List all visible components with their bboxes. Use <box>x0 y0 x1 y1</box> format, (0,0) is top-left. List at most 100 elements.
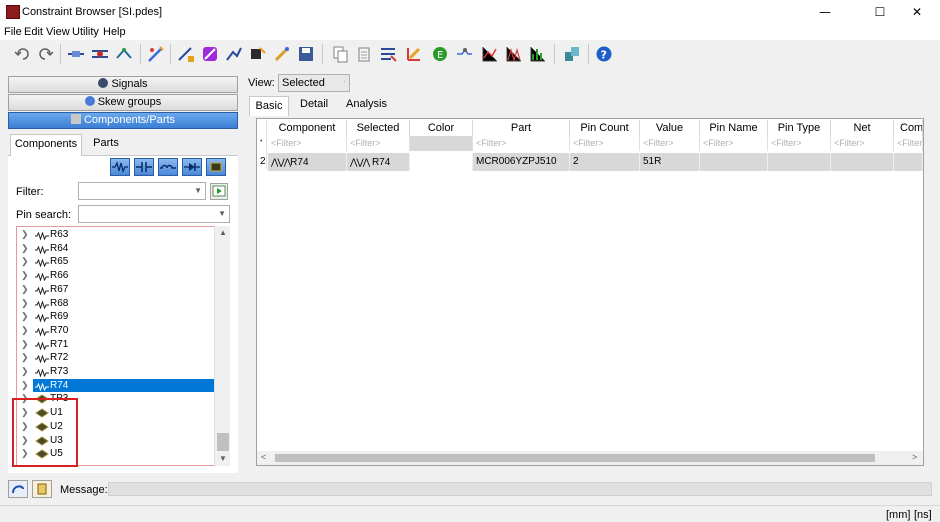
graph-icon[interactable] <box>480 44 500 64</box>
tree-node[interactable]: ❯ R67 <box>17 283 215 297</box>
filter-cell-pin-name[interactable]: <Filter> <box>700 136 768 151</box>
tree-node[interactable]: ❯ R71 <box>17 338 215 352</box>
pin-search-combo[interactable]: ▼ <box>78 205 230 223</box>
tree-node[interactable]: ❯ R72 <box>17 351 215 365</box>
tree-node[interactable]: ❯ R64 <box>17 242 215 256</box>
constraint-edit-icon[interactable] <box>248 44 268 64</box>
copy-icon[interactable] <box>330 44 350 64</box>
cell-value[interactable]: 51R <box>640 153 700 171</box>
filter-cell-net[interactable]: <Filter> <box>831 136 894 151</box>
tree-node[interactable]: ❯ R66 <box>17 269 215 283</box>
cell-comm[interactable] <box>894 153 923 171</box>
menu-utility[interactable]: Utility <box>72 26 99 38</box>
cell-pin-name[interactable] <box>700 153 768 171</box>
ic-filter-icon[interactable] <box>206 158 226 176</box>
link-button[interactable] <box>8 480 28 498</box>
expand-chevron-icon[interactable]: ❯ <box>21 351 29 365</box>
layer-icon[interactable] <box>404 44 424 64</box>
close-button[interactable]: ✕ <box>894 0 940 24</box>
filter-cell-component[interactable]: <Filter> <box>268 136 347 151</box>
menu-help[interactable]: Help <box>103 26 126 38</box>
section-components-parts-button[interactable]: Components/Parts <box>8 112 238 129</box>
save-icon[interactable] <box>296 44 316 64</box>
scroll-thumb[interactable] <box>217 433 229 451</box>
cell-selected[interactable]: ⋀⋁⋀ R74 <box>347 153 410 171</box>
filter-icon[interactable] <box>378 44 398 64</box>
column-header-pin-name[interactable]: Pin Name <box>700 120 768 136</box>
tree-node[interactable]: ❯ R68 <box>17 297 215 311</box>
tree-node[interactable]: ❯ R63 <box>17 228 215 242</box>
column-header-selected[interactable]: Selected <box>347 120 410 136</box>
column-header-component[interactable]: Component <box>268 120 347 136</box>
undo-icon[interactable] <box>12 44 32 64</box>
column-header-part[interactable]: Part <box>473 120 570 136</box>
diff-pair-icon[interactable] <box>90 44 110 64</box>
expand-chevron-icon[interactable]: ❯ <box>21 324 29 338</box>
filter-cell-value[interactable]: <Filter> <box>640 136 700 151</box>
menu-file[interactable]: File <box>4 26 22 38</box>
route-icon[interactable] <box>454 44 474 64</box>
tree-node[interactable]: ❯ R70 <box>17 324 215 338</box>
column-header-pin-count[interactable]: Pin Count <box>570 120 640 136</box>
topology-icon[interactable] <box>114 44 134 64</box>
cell-pin-type[interactable] <box>768 153 831 171</box>
tab-basic[interactable]: Basic <box>249 96 289 116</box>
column-header-value[interactable]: Value <box>640 120 700 136</box>
scroll-left-icon[interactable]: < <box>261 452 266 462</box>
expand-chevron-icon[interactable]: ❯ <box>21 283 29 297</box>
component-button[interactable] <box>32 480 52 498</box>
cell-part[interactable]: MCR006YZPJ510 <box>473 153 570 171</box>
view-select[interactable]: Selected ˙ <box>278 74 350 92</box>
column-header-net[interactable]: Net <box>831 120 894 136</box>
minimize-button[interactable]: — <box>802 0 848 24</box>
filter-cell-color[interactable] <box>410 136 473 151</box>
expand-chevron-icon[interactable]: ❯ <box>21 365 29 379</box>
scroll-down-icon[interactable]: ▼ <box>219 454 227 463</box>
section-skew-groups-button[interactable]: Skew groups <box>8 94 238 111</box>
expand-chevron-icon[interactable]: ❯ <box>21 297 29 311</box>
paste-icon[interactable] <box>354 44 374 64</box>
filter-combo[interactable]: ▼ <box>78 182 206 200</box>
constraint-apply-icon[interactable] <box>272 44 292 64</box>
apply-filter-button[interactable] <box>210 183 228 200</box>
tree-node[interactable]: ❯ R73 <box>17 365 215 379</box>
tree-node[interactable]: ❯ R69 <box>17 310 215 324</box>
menu-edit[interactable]: Edit <box>24 26 43 38</box>
section-signals-button[interactable]: Signals <box>8 76 238 93</box>
tab-parts[interactable]: Parts <box>86 134 126 154</box>
filter-cell-pin-count[interactable]: <Filter> <box>570 136 640 151</box>
spectrum-icon[interactable] <box>528 44 548 64</box>
capacitor-filter-icon[interactable] <box>134 158 154 176</box>
tree-node[interactable]: ❯ R74 <box>17 378 215 393</box>
expand-chevron-icon[interactable]: ❯ <box>21 228 29 242</box>
expand-chevron-icon[interactable]: ❯ <box>21 269 29 283</box>
cell-component[interactable]: ⋀⋁⋀R74 <box>268 153 347 171</box>
manager-icon[interactable] <box>562 44 582 64</box>
filter-cell-selected[interactable]: <Filter> <box>347 136 410 151</box>
rule-set-icon[interactable] <box>224 44 244 64</box>
filter-cell-part[interactable]: <Filter> <box>473 136 570 151</box>
scroll-right-icon[interactable]: > <box>912 452 917 462</box>
scroll-up-icon[interactable]: ▲ <box>219 228 227 237</box>
redo-icon[interactable] <box>36 44 56 64</box>
net-icon[interactable] <box>66 44 86 64</box>
scroll-thumb[interactable] <box>275 454 875 462</box>
resistor-filter-icon[interactable] <box>110 158 130 176</box>
expand-chevron-icon[interactable]: ❯ <box>21 242 29 256</box>
waveform-icon[interactable] <box>504 44 524 64</box>
rule-group-icon[interactable] <box>200 44 220 64</box>
filter-cell-comm[interactable]: <Filter> <box>894 136 923 151</box>
cell-pin-count[interactable]: 2 <box>570 153 640 171</box>
expand-chevron-icon[interactable]: ❯ <box>21 255 29 269</box>
expand-chevron-icon[interactable]: ❯ <box>21 379 29 393</box>
tab-detail[interactable]: Detail <box>300 98 328 110</box>
diode-filter-icon[interactable] <box>182 158 202 176</box>
expand-chevron-icon[interactable]: ❯ <box>21 338 29 352</box>
menu-view[interactable]: View <box>46 26 70 38</box>
cell-color[interactable] <box>410 153 473 171</box>
help-icon[interactable]: ? <box>594 44 614 64</box>
tree-node[interactable]: ❯ R65 <box>17 255 215 269</box>
cell-net[interactable] <box>831 153 894 171</box>
column-header-color[interactable]: Color <box>410 120 473 136</box>
tree-vertical-scrollbar[interactable]: ▲ ▼ <box>214 226 230 466</box>
